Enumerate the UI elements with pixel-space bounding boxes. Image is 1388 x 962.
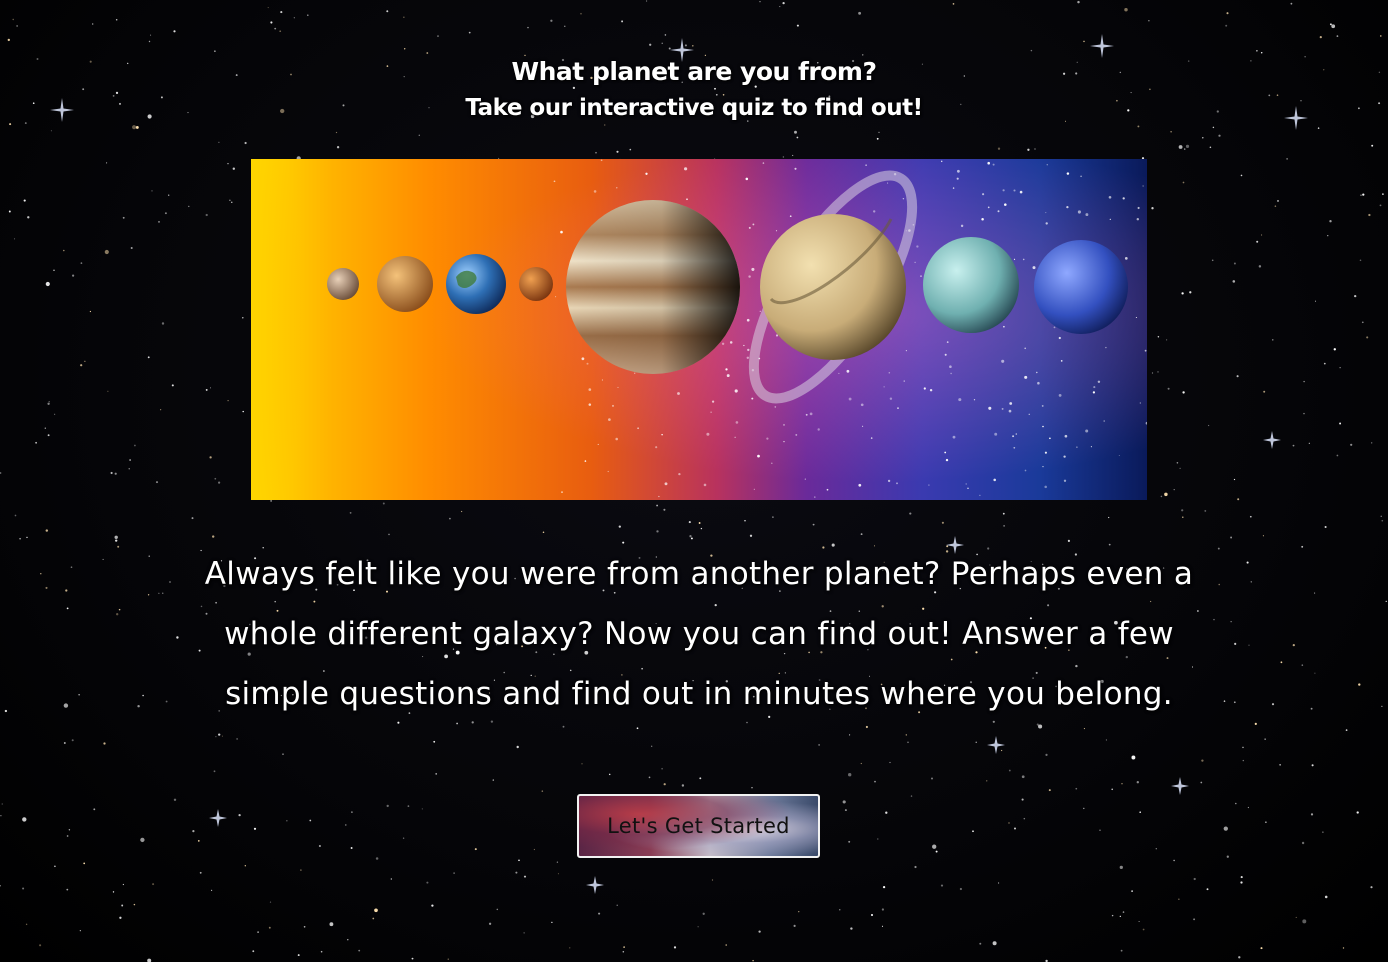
- get-started-button[interactable]: Let's Get Started: [577, 794, 820, 858]
- page-title: What planet are you from?: [511, 57, 877, 86]
- solar-system-image: [251, 159, 1147, 500]
- neptune: [1034, 240, 1128, 334]
- page-subtitle: Take our interactive quiz to find out!: [465, 95, 923, 121]
- sun: [251, 159, 361, 500]
- page-header: What planet are you from? Take our inter…: [0, 54, 1388, 126]
- venus: [377, 256, 433, 312]
- get-started-label: Let's Get Started: [607, 814, 790, 838]
- intro-text: Always felt like you were from another p…: [204, 556, 1194, 712]
- uranus: [923, 237, 1019, 333]
- mercury: [327, 268, 359, 300]
- solar-system-banner: [251, 159, 1147, 500]
- jupiter: [566, 200, 740, 374]
- mars: [519, 267, 553, 301]
- earth: [446, 254, 506, 314]
